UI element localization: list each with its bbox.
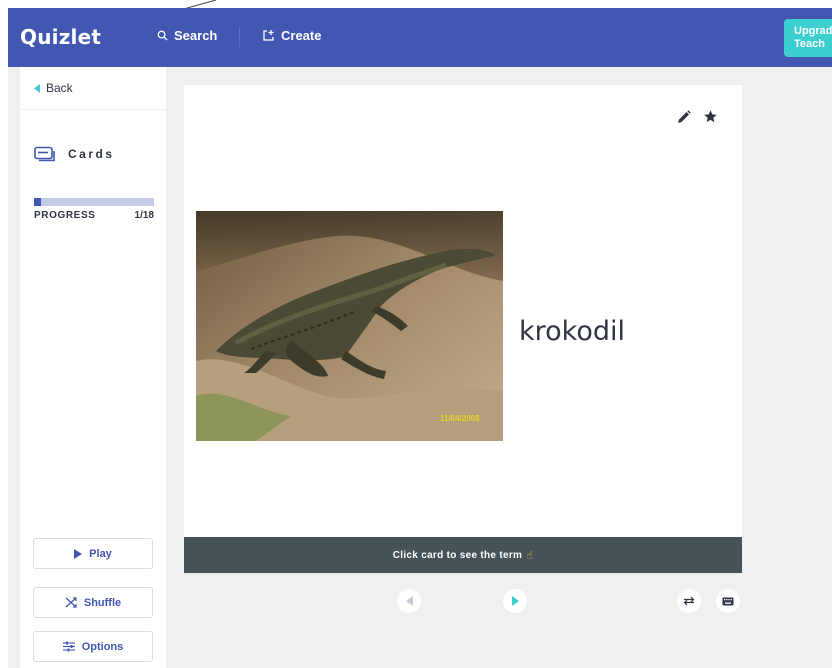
study-mode-title: Cards (34, 146, 115, 162)
chevron-right-icon (511, 596, 519, 606)
star-icon[interactable] (703, 109, 718, 124)
nav-divider (239, 27, 240, 47)
flip-hint-text: Click card to see the term (392, 549, 523, 561)
create-icon (263, 30, 274, 41)
play-icon (74, 548, 83, 559)
next-card-button[interactable] (503, 589, 527, 613)
chevron-left-icon (405, 596, 413, 606)
sidebar-divider (20, 109, 166, 110)
swap-arrows-icon (683, 596, 695, 606)
options-label: Options (81, 640, 124, 653)
window-top-strip (0, 0, 832, 8)
swap-sides-button[interactable] (677, 589, 701, 613)
flashcard[interactable]: 11/04/2008 krokodil (184, 85, 742, 537)
progress-fill (34, 198, 41, 206)
search-nav-item[interactable]: Search (157, 28, 217, 43)
mode-label: Cards (68, 147, 115, 161)
window-left-frame (0, 8, 8, 668)
keyboard-icon (722, 597, 734, 605)
search-icon (157, 30, 168, 41)
play-button[interactable]: Play (33, 538, 153, 569)
options-button[interactable]: Options (33, 631, 153, 662)
keyboard-shortcuts-button[interactable] (716, 589, 740, 613)
pointing-hand-icon: ☝ (526, 549, 534, 562)
search-label: Search (174, 28, 218, 43)
create-nav-item[interactable]: Create (262, 28, 321, 43)
cards-icon (34, 146, 55, 162)
upgrade-teacher-button[interactable]: Upgrade Teach (784, 19, 832, 57)
quizlet-logo[interactable]: Quizlet (20, 25, 101, 49)
upgrade-line-1: Upgrade (794, 25, 832, 37)
crocodile-image: 11/04/2008 (196, 211, 503, 441)
study-sidebar: Back Cards PROGRESS 1/18 Play Shuffle Op… (20, 67, 166, 668)
back-link[interactable]: Back (34, 81, 73, 95)
crocodile-photo (196, 211, 503, 441)
play-label: Play (89, 547, 112, 560)
shuffle-icon (65, 597, 77, 608)
photo-date-stamp: 11/04/2008 (440, 414, 480, 423)
top-nav-bar: Quizlet Search Create Upgrade Teach (8, 8, 832, 67)
upgrade-line-2: Teach (794, 38, 825, 50)
create-label: Create (281, 28, 322, 43)
shuffle-label: Shuffle (83, 596, 122, 609)
card-definition-word: krokodil (519, 316, 625, 347)
back-label: Back (46, 81, 73, 95)
pencil-icon[interactable] (677, 110, 691, 124)
sliders-icon (62, 641, 75, 652)
progress-label: PROGRESS (34, 210, 96, 221)
progress-count: 1/18 (134, 210, 154, 221)
progress-bar (34, 198, 154, 206)
back-chevron-icon (34, 83, 40, 93)
shuffle-button[interactable]: Shuffle (33, 587, 153, 618)
flip-hint-bar[interactable]: Click card to see the term ☝ (184, 537, 742, 573)
previous-card-button[interactable] (397, 589, 421, 613)
